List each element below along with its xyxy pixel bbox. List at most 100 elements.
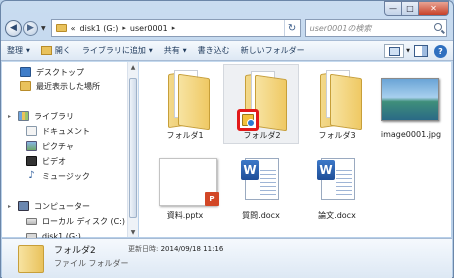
file-name: 資料.pptx <box>166 211 204 220</box>
search-input[interactable]: user0001の検索 <box>304 19 447 37</box>
breadcrumb-separator[interactable]: ▸ <box>122 24 126 32</box>
view-options-dropdown[interactable]: ▼ <box>406 48 410 54</box>
organize-label: 整理 <box>7 46 23 55</box>
folder-icon <box>55 24 67 32</box>
image-thumbnail-icon <box>381 78 439 121</box>
organize-button[interactable]: 整理 ▼ <box>7 45 30 56</box>
scroll-down-arrow-icon[interactable]: ▼ <box>128 227 138 237</box>
explorer-window: — □ ✕ ◀ ▶ ▼ « disk1 (G:) ▸ user0001 ▸ ↻ … <box>0 0 454 278</box>
folder-icon <box>18 245 44 273</box>
refresh-button[interactable]: ↻ <box>283 20 300 36</box>
file-name: image0001.jpg <box>380 130 442 139</box>
local-disk-icon <box>26 217 37 225</box>
change-view-button[interactable] <box>384 44 405 58</box>
sidebar-item-label: デスクトップ <box>36 67 84 77</box>
file-name: フォルダ1 <box>166 131 204 140</box>
details-modified-label: 更新日時: <box>128 245 159 253</box>
chevron-down-icon: ▼ <box>182 47 187 54</box>
file-name: 論文.docx <box>318 211 356 220</box>
forward-button[interactable]: ▶ <box>23 20 38 36</box>
scroll-up-arrow-icon[interactable]: ▲ <box>128 62 138 72</box>
file-item-folder3[interactable]: フォルダ3 <box>299 64 375 144</box>
command-bar: 整理 ▼ 開く ライブラリに追加 ▼ 共有 ▼ 書き込む 新しいフォルダー ▼ … <box>1 40 453 61</box>
videos-icon <box>26 156 37 166</box>
navigation-bar: ◀ ▶ ▼ « disk1 (G:) ▸ user0001 ▸ ↻ user00… <box>5 17 447 39</box>
share-button[interactable]: 共有 ▼ <box>164 45 187 56</box>
sidebar-item-label: コンピューター <box>34 201 90 211</box>
file-item-folder2[interactable]: フォルダ2 <box>223 64 299 144</box>
details-name: フォルダ2 <box>54 246 96 256</box>
preview-pane-button[interactable] <box>414 45 428 57</box>
file-item-thesis-docx[interactable]: W 論文.docx <box>299 152 375 226</box>
details-modified-value: 2014/09/18 11:16 <box>160 245 224 253</box>
breadcrumb-user0001[interactable]: user0001 <box>130 24 168 33</box>
burn-button[interactable]: 書き込む <box>198 45 230 56</box>
sidebar-item-label: ビデオ <box>42 156 66 166</box>
search-icon[interactable] <box>433 23 442 31</box>
search-placeholder: user0001の検索 <box>309 23 372 33</box>
sidebar-item-label: ピクチャ <box>42 141 74 151</box>
open-folder-icon <box>40 46 52 55</box>
chevron-down-icon: ▼ <box>26 47 30 54</box>
navigation-pane: デスクトップ 最近表示した場所 ▸ ライブラリ ドキュメント ピクチャ ビデオ … <box>2 62 130 241</box>
file-name: フォルダ2 <box>243 131 281 140</box>
sidebar-item-videos[interactable]: ビデオ <box>26 154 66 168</box>
sidebar-item-recent-places[interactable]: 最近表示した場所 <box>20 79 100 93</box>
sidebar-item-desktop[interactable]: デスクトップ <box>20 65 84 79</box>
breadcrumb-separator[interactable]: ▸ <box>172 24 176 32</box>
navigation-scrollbar[interactable]: ▲ ▼ <box>127 62 138 237</box>
word-icon: W <box>317 160 335 180</box>
music-icon: ♪ <box>28 170 35 181</box>
file-item-question-docx[interactable]: W 質問.docx <box>223 152 299 226</box>
file-item-pptx[interactable]: P 資料.pptx <box>147 152 223 226</box>
close-button[interactable]: ✕ <box>419 1 449 16</box>
details-modified: 更新日時: 2014/09/18 11:16 <box>128 244 223 254</box>
recent-places-icon <box>20 81 31 91</box>
address-bar[interactable]: « disk1 (G:) ▸ user0001 ▸ ↻ <box>50 19 301 37</box>
sidebar-item-music[interactable]: ♪ ミュージック <box>26 169 90 183</box>
minimize-button[interactable]: — <box>384 1 402 16</box>
new-folder-button[interactable]: 新しいフォルダー <box>241 45 305 56</box>
computer-icon <box>18 201 29 211</box>
expand-arrow-icon[interactable]: ▸ <box>8 203 11 210</box>
file-list: フォルダ1 フォルダ2 フォルダ3 image0001.jpg P 資料.ppt… <box>139 62 451 237</box>
burn-label: 書き込む <box>197 46 230 55</box>
window-controls: — □ ✕ <box>384 1 449 16</box>
documents-icon <box>26 126 37 136</box>
desktop-icon <box>20 67 31 77</box>
open-button[interactable]: 開く <box>40 45 71 56</box>
file-item-folder1[interactable]: フォルダ1 <box>147 64 223 144</box>
sidebar-item-documents[interactable]: ドキュメント <box>26 124 90 138</box>
library-icon <box>18 111 29 121</box>
sidebar-item-label: ミュージック <box>42 171 90 181</box>
file-item-image0001[interactable]: image0001.jpg <box>373 64 449 144</box>
pictures-icon <box>26 141 37 151</box>
sidebar-item-label: 最近表示した場所 <box>36 81 100 91</box>
help-button[interactable]: ? <box>434 44 447 58</box>
sidebar-item-label: ライブラリ <box>34 111 74 121</box>
word-icon: W <box>241 160 259 180</box>
back-button[interactable]: ◀ <box>5 19 22 37</box>
add-to-library-button[interactable]: ライブラリに追加 ▼ <box>82 45 153 56</box>
folder-icon <box>314 69 362 131</box>
sidebar-item-label: ローカル ディスク (C:) <box>42 216 126 226</box>
new-folder-label: 新しいフォルダー <box>240 46 305 55</box>
history-dropdown[interactable]: ▼ <box>41 25 46 32</box>
breadcrumb-disk1[interactable]: disk1 (G:) <box>80 24 119 33</box>
sidebar-item-pictures[interactable]: ピクチャ <box>26 139 74 153</box>
sidebar-item-local-disk[interactable]: ローカル ディスク (C:) <box>26 214 125 228</box>
sidebar-item-computer[interactable]: コンピューター <box>18 199 90 213</box>
powerpoint-icon: P <box>205 192 219 206</box>
maximize-button[interactable]: □ <box>402 1 419 16</box>
sidebar-item-label: ドキュメント <box>42 126 90 136</box>
file-name: 質問.docx <box>242 211 280 220</box>
toolbar-right-group: ▼ ? <box>384 44 447 58</box>
folder-icon <box>162 69 210 131</box>
scrollbar-thumb[interactable] <box>129 78 137 218</box>
expand-arrow-icon[interactable]: ▸ <box>8 113 11 120</box>
sidebar-item-libraries[interactable]: ライブラリ <box>18 109 74 123</box>
shortcut-overlay-icon[interactable] <box>237 109 259 131</box>
add-to-library-label: ライブラリに追加 <box>81 46 146 55</box>
file-name: フォルダ3 <box>318 131 356 140</box>
breadcrumb-overflow[interactable]: « <box>71 24 76 33</box>
